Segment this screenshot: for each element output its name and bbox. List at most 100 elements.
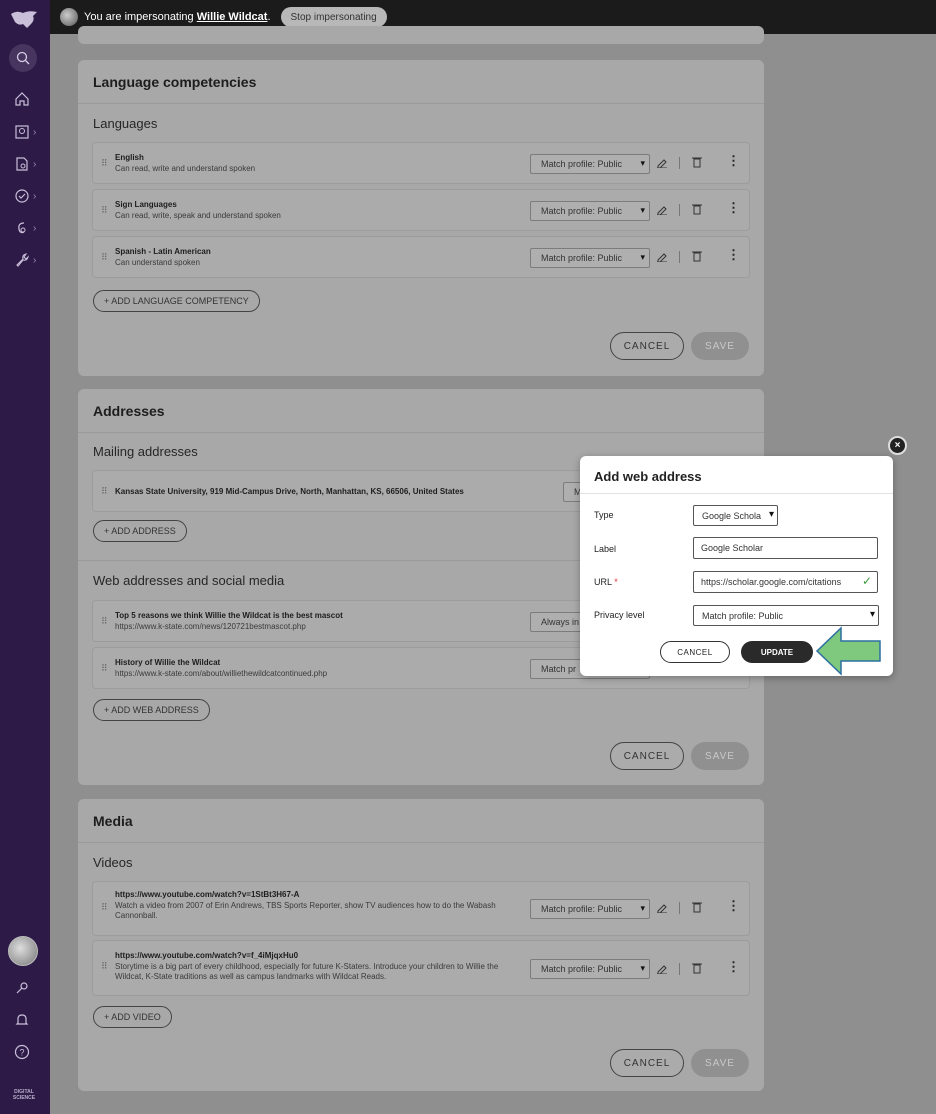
chevron-down-icon: ▾ — [640, 158, 645, 168]
privacy-select[interactable]: Match profile: Public ▾ — [530, 154, 650, 174]
edit-icon[interactable] — [656, 203, 668, 215]
privacy-select[interactable]: Match profile: Public ▾ — [530, 201, 650, 221]
accessibility-icon[interactable]: › — [14, 217, 44, 239]
stop-impersonating-button[interactable]: Stop impersonating — [280, 7, 387, 27]
profile-search-icon[interactable]: › — [14, 121, 44, 143]
label-input[interactable]: Google Scholar — [693, 537, 878, 559]
more-options-icon[interactable]: ⋮ — [727, 200, 740, 216]
trash-icon[interactable] — [691, 250, 703, 262]
section-subhead: Web addresses and social media — [93, 573, 285, 588]
language-competencies-card: Language competencies Languages ⠿ Englis… — [78, 60, 764, 376]
brand-label: DIGITAL SCIENCE — [12, 1089, 36, 1101]
impersonation-text: You are impersonating Willie Wildcat. — [84, 11, 271, 23]
more-options-icon[interactable]: ⋮ — [727, 898, 740, 914]
cancel-button[interactable]: CANCEL — [610, 332, 684, 360]
home-icon[interactable] — [14, 88, 44, 110]
drag-handle-icon[interactable]: ⠿ — [101, 902, 108, 913]
url-input[interactable]: https://scholar.google.com/citations ✓ — [693, 571, 878, 593]
trash-icon[interactable] — [691, 156, 703, 168]
item-subtitle: Watch a video from 2007 of Erin Andrews,… — [115, 901, 496, 920]
drag-handle-icon[interactable]: ⠿ — [101, 663, 108, 674]
item-title: Kansas State University, 919 Mid-Campus … — [115, 487, 464, 496]
card-title: Addresses — [78, 389, 764, 433]
list-item[interactable]: ⠿ English Can read, write and understand… — [92, 142, 750, 184]
save-button[interactable]: SAVE — [691, 332, 749, 360]
chevron-down-icon: ▾ — [640, 252, 645, 262]
bell-icon[interactable] — [14, 1009, 44, 1031]
wildcat-logo-icon[interactable] — [9, 8, 39, 32]
dialog-title: Add web address — [594, 469, 702, 484]
item-subtitle: Storytime is a big part of every childho… — [115, 962, 499, 981]
trash-icon[interactable] — [691, 203, 703, 215]
privacy-select[interactable]: Match profile: Public ▾ — [530, 899, 650, 919]
cancel-button[interactable]: CANCEL — [610, 742, 684, 770]
document-search-icon[interactable]: › — [14, 153, 44, 175]
card-title: Language competencies — [78, 60, 764, 104]
privacy-select[interactable]: Match profile: Public ▾ — [530, 248, 650, 268]
chevron-down-icon: ▾ — [640, 903, 645, 913]
item-subtitle: Can understand spoken — [115, 258, 200, 267]
save-button[interactable]: SAVE — [691, 742, 749, 770]
add-language-button[interactable]: + ADD LANGUAGE COMPETENCY — [93, 290, 260, 312]
close-icon[interactable]: × — [888, 436, 907, 455]
cancel-button[interactable]: CANCEL — [610, 1049, 684, 1077]
drag-handle-icon[interactable]: ⠿ — [101, 158, 108, 169]
check-circle-icon[interactable]: › — [14, 185, 44, 207]
section-subhead: Languages — [93, 116, 158, 131]
dialog-cancel-button[interactable]: CANCEL — [660, 641, 730, 663]
list-item[interactable]: ⠿ https://www.youtube.com/watch?v=f_4iMj… — [92, 940, 750, 996]
list-item[interactable]: ⠿ Sign Languages Can read, write, speak … — [92, 189, 750, 231]
type-label: Type — [594, 510, 614, 520]
drag-handle-icon[interactable]: ⠿ — [101, 205, 108, 216]
more-options-icon[interactable]: ⋮ — [727, 247, 740, 263]
item-title: https://www.youtube.com/watch?v=1StBt3H6… — [115, 890, 300, 899]
impersonated-user-link[interactable]: Willie Wildcat — [197, 11, 268, 23]
list-item[interactable]: ⠿ Kansas State University, 919 Mid-Campu… — [92, 470, 623, 512]
item-subtitle: Can read, write and understand spoken — [115, 164, 256, 173]
checkmark-icon: ✓ — [859, 574, 872, 588]
url-label: URL * — [594, 577, 618, 587]
drag-handle-icon[interactable]: ⠿ — [101, 961, 108, 972]
add-web-address-button[interactable]: + ADD WEB ADDRESS — [93, 699, 210, 721]
avatar — [60, 8, 78, 26]
edit-icon[interactable] — [656, 250, 668, 262]
privacy-select[interactable]: Match profile: Public ▾ — [530, 959, 650, 979]
privacy-level-label: Privacy level — [594, 610, 645, 620]
add-address-button[interactable]: + ADD ADDRESS — [93, 520, 187, 542]
item-title: https://www.youtube.com/watch?v=f_4iMjqx… — [115, 951, 299, 960]
trash-icon[interactable] — [691, 901, 703, 913]
search-icon[interactable] — [9, 44, 37, 72]
edit-icon[interactable] — [656, 156, 668, 168]
add-video-button[interactable]: + ADD VIDEO — [93, 1006, 172, 1028]
drag-handle-icon[interactable]: ⠿ — [101, 616, 108, 627]
chevron-down-icon: ▾ — [640, 963, 645, 973]
edit-icon[interactable] — [656, 901, 668, 913]
item-title: Spanish - Latin American — [115, 247, 211, 256]
wrench-icon[interactable]: › — [14, 249, 44, 271]
list-item[interactable]: ⠿ https://www.youtube.com/watch?v=1StBt3… — [92, 881, 750, 936]
more-options-icon[interactable]: ⋮ — [727, 153, 740, 169]
item-title: Sign Languages — [115, 200, 177, 209]
section-subhead: Mailing addresses — [93, 444, 198, 459]
edit-icon[interactable] — [656, 962, 668, 974]
chevron-down-icon: ▾ — [869, 609, 875, 620]
item-title: English — [115, 153, 144, 162]
key-icon[interactable] — [14, 977, 44, 999]
item-subtitle: https://www.k-state.com/news/120721bestm… — [115, 622, 306, 631]
update-button[interactable]: UPDATE — [741, 641, 813, 663]
card-title: Media — [78, 799, 764, 843]
type-select[interactable]: Google Schola ▾ — [693, 505, 778, 526]
drag-handle-icon[interactable]: ⠿ — [101, 252, 108, 263]
chevron-down-icon: ▾ — [768, 509, 774, 520]
save-button[interactable]: SAVE — [691, 1049, 749, 1077]
more-options-icon[interactable]: ⋮ — [727, 959, 740, 975]
help-icon[interactable]: ? — [14, 1041, 44, 1063]
item-subtitle: https://www.k-state.com/about/williethew… — [115, 669, 328, 678]
avatar[interactable] — [8, 936, 38, 966]
trash-icon[interactable] — [691, 962, 703, 974]
previous-card — [78, 26, 764, 44]
drag-handle-icon[interactable]: ⠿ — [101, 486, 108, 497]
list-item[interactable]: ⠿ Spanish - Latin American Can understan… — [92, 236, 750, 278]
label-label: Label — [594, 544, 617, 554]
privacy-level-select[interactable]: Match profile: Public ▾ — [693, 605, 879, 626]
